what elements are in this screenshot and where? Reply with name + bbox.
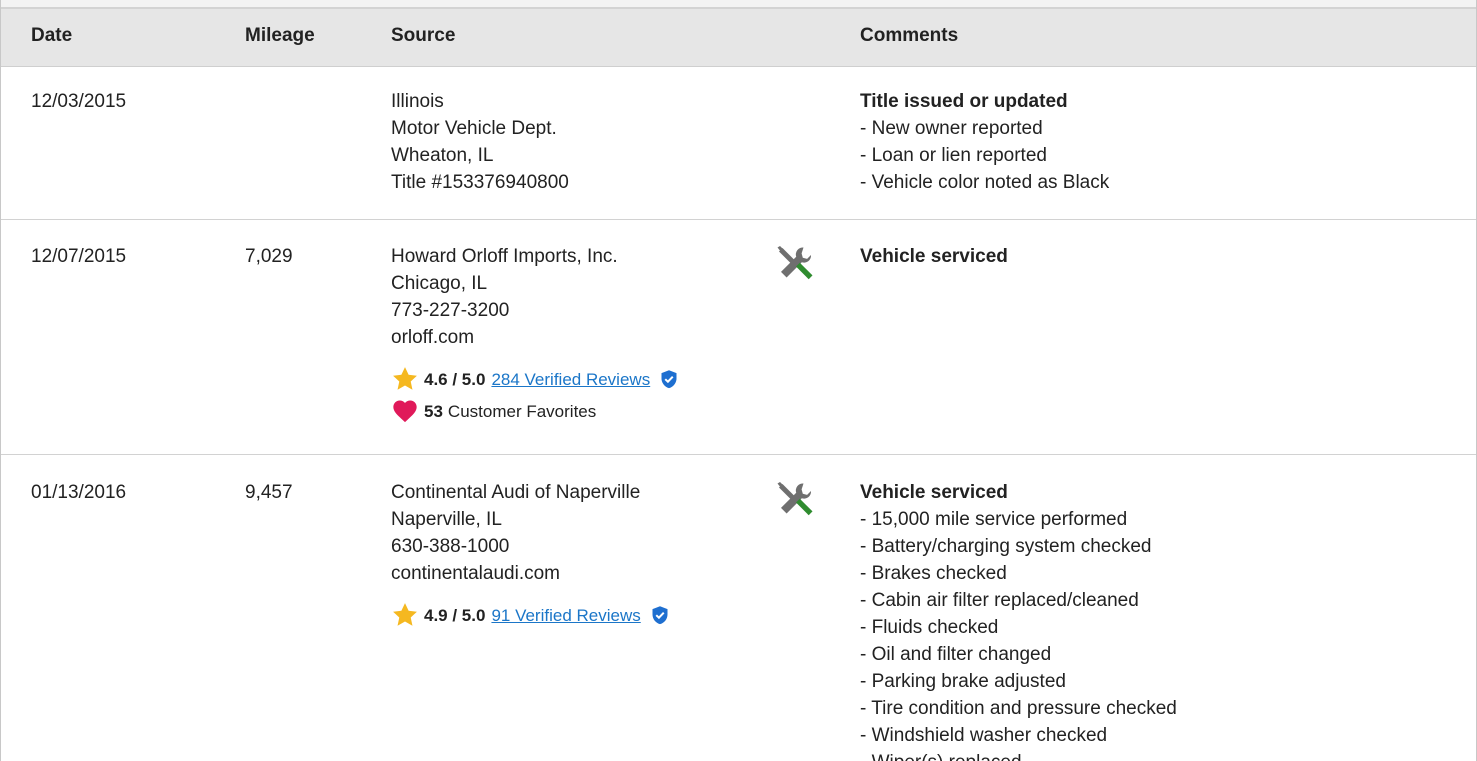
table-row: 12/07/2015 7,029 Howard Orloff Imports, … (1, 220, 1476, 455)
header-mileage: Mileage (245, 25, 315, 46)
row-source: Continental Audi of Naperville Napervill… (391, 479, 670, 629)
row-date: 12/07/2015 (31, 246, 127, 267)
heart-icon (393, 400, 417, 423)
table-header: Date Mileage Source Comments (1, 9, 1476, 67)
header-date: Date (31, 25, 73, 46)
source-line: Motor Vehicle Dept. (391, 118, 557, 139)
source-name: Illinois (391, 91, 444, 112)
table-row: 01/13/2016 9,457 Continental Audi of Nap… (1, 455, 1476, 761)
comment-item: - Fluids checked (860, 617, 999, 638)
source-title-number: Title #153376940800 (391, 172, 569, 193)
verified-reviews-link[interactable]: 91 Verified Reviews (491, 602, 640, 629)
favorites-label: Customer Favorites (447, 401, 597, 421)
row-source: Howard Orloff Imports, Inc. Chicago, IL … (391, 243, 679, 425)
source-phone: 773-227-3200 (391, 300, 510, 321)
star-icon (393, 603, 417, 626)
vehicle-history-table: Date Mileage Source Comments 12/03/2015 … (0, 0, 1477, 761)
comment-item: - Wiper(s) replaced (860, 749, 1177, 761)
source-name: Continental Audi of Naperville (391, 482, 641, 503)
row-comments: Vehicle serviced (860, 243, 1008, 270)
comment-title: Vehicle serviced (860, 482, 1008, 503)
comment-item: - Battery/charging system checked (860, 536, 1152, 557)
row-source: Illinois Motor Vehicle Dept. Wheaton, IL… (391, 88, 569, 196)
comment-item: - Windshield washer checked (860, 725, 1108, 746)
source-location: Naperville, IL (391, 509, 502, 530)
source-location: Wheaton, IL (391, 145, 494, 166)
comment-title: Title issued or updated (860, 91, 1068, 112)
header-comments: Comments (860, 25, 959, 46)
comment-item: - Loan or lien reported (860, 145, 1047, 166)
header-source: Source (391, 25, 456, 46)
verified-shield-icon (652, 606, 668, 625)
row-mileage: 7,029 (245, 246, 293, 267)
source-website: orloff.com (391, 327, 475, 348)
source-website: continentalaudi.com (391, 563, 560, 584)
star-icon (393, 367, 417, 390)
verified-shield-icon (661, 370, 677, 389)
row-mileage: 9,457 (245, 482, 293, 503)
comment-item: - Oil and filter changed (860, 644, 1052, 665)
comment-item: - Cabin air filter replaced/cleaned (860, 590, 1139, 611)
comment-item: - New owner reported (860, 118, 1043, 139)
comment-item: - Tire condition and pressure checked (860, 698, 1177, 719)
dealer-rating: 4.6 / 5.0 284 Verified Reviews (391, 365, 679, 393)
comment-item: - Vehicle color noted as Black (860, 172, 1110, 193)
rating-score: 4.9 / 5.0 (424, 605, 486, 625)
comment-item: - Parking brake adjusted (860, 671, 1066, 692)
source-location: Chicago, IL (391, 273, 488, 294)
favorites-count: 53 (424, 401, 443, 421)
comment-item: - Brakes checked (860, 563, 1007, 584)
row-date: 01/13/2016 (31, 482, 127, 503)
table-row: 12/03/2015 Illinois Motor Vehicle Dept. … (1, 68, 1476, 220)
comment-item: - 15,000 mile service performed (860, 509, 1128, 530)
comment-title: Vehicle serviced (860, 246, 1008, 267)
row-comments: Title issued or updated - New owner repo… (860, 88, 1109, 196)
row-date: 12/03/2015 (31, 91, 127, 112)
customer-favorites: 53 Customer Favorites (391, 397, 679, 425)
source-phone: 630-388-1000 (391, 536, 510, 557)
row-comments: Vehicle serviced - 15,000 mile service p… (860, 479, 1177, 761)
service-tools-icon (777, 482, 813, 516)
verified-reviews-link[interactable]: 284 Verified Reviews (491, 366, 650, 393)
table-top-border (1, 0, 1476, 9)
rating-score: 4.6 / 5.0 (424, 369, 486, 389)
dealer-rating: 4.9 / 5.0 91 Verified Reviews (391, 601, 670, 629)
service-tools-icon (777, 246, 813, 280)
source-name: Howard Orloff Imports, Inc. (391, 246, 618, 267)
